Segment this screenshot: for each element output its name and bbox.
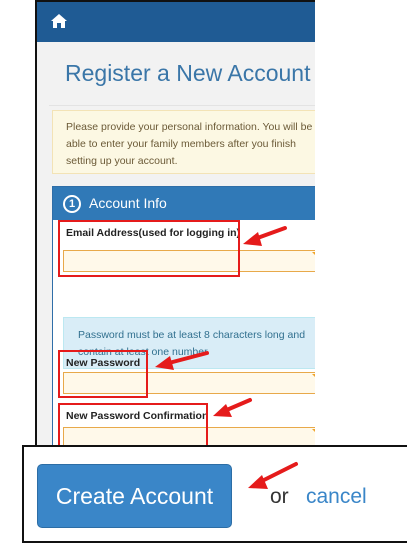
zoom-callout: Create Account or cancel xyxy=(22,445,407,543)
info-notice: Please provide your personal information… xyxy=(52,110,315,174)
info-notice-text: Please provide your personal information… xyxy=(66,121,313,167)
page-title: Register a New Account xyxy=(65,60,311,86)
or-text: or xyxy=(270,485,289,508)
step-number-badge: 1 xyxy=(63,195,81,213)
title-divider xyxy=(49,105,315,106)
home-icon[interactable] xyxy=(51,14,67,28)
required-marker-icon xyxy=(312,374,315,383)
panel-title: Account Info xyxy=(89,195,167,211)
panel-header: 1 Account Info xyxy=(53,187,315,220)
new-password-highlight-box xyxy=(58,350,148,398)
create-account-button[interactable]: Create Account xyxy=(37,464,232,528)
screenshot-stage: Register a New Account Please provide yo… xyxy=(0,0,407,546)
cancel-link[interactable]: cancel xyxy=(306,485,367,509)
required-marker-icon xyxy=(312,429,315,438)
top-nav-bar xyxy=(37,2,315,42)
email-highlight-box xyxy=(58,220,240,277)
required-marker-icon xyxy=(312,252,315,261)
